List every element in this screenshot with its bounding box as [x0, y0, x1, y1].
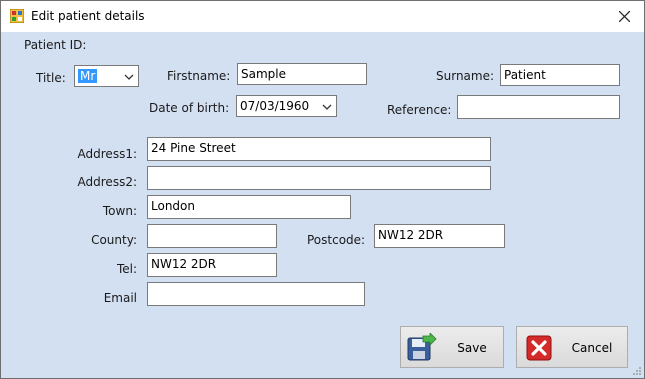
- cancel-button[interactable]: Cancel: [516, 326, 628, 368]
- email-label: Email: [103, 291, 137, 305]
- reference-field[interactable]: [457, 95, 620, 119]
- tel-field[interactable]: NW12 2DR: [147, 253, 277, 277]
- close-icon: [618, 11, 630, 22]
- county-label: County:: [91, 233, 137, 247]
- form-area: Patient ID: Title: Mr Firstname: Sample …: [1, 32, 644, 378]
- floppy-disk-icon: [407, 333, 437, 361]
- red-x-icon: [526, 335, 552, 361]
- save-button[interactable]: Save: [400, 326, 504, 368]
- address2-label: Address2:: [77, 175, 137, 189]
- resize-grip-icon[interactable]: [632, 366, 642, 376]
- dob-label: Date of birth:: [149, 101, 230, 115]
- edit-patient-dialog: Edit patient details Patient ID: Title: …: [0, 0, 645, 379]
- address1-field[interactable]: 24 Pine Street: [147, 137, 491, 161]
- title-bar: Edit patient details: [1, 1, 644, 32]
- address2-field[interactable]: [147, 166, 491, 190]
- title-label: Title:: [36, 71, 66, 85]
- reference-label: Reference:: [387, 103, 452, 117]
- postcode-label: Postcode:: [307, 233, 366, 247]
- address1-label: Address1:: [77, 147, 137, 161]
- county-field[interactable]: [147, 224, 277, 248]
- title-select[interactable]: Mr: [74, 65, 139, 87]
- firstname-field[interactable]: Sample: [237, 63, 367, 85]
- dob-value: 07/03/1960: [240, 99, 310, 113]
- form-icon: [10, 9, 24, 23]
- chevron-down-icon: [322, 104, 332, 110]
- dob-picker[interactable]: 07/03/1960: [236, 95, 337, 117]
- title-select-value: Mr: [78, 69, 98, 83]
- firstname-label: Firstname:: [167, 69, 231, 83]
- save-button-label: Save: [457, 341, 487, 355]
- window-title: Edit patient details: [31, 9, 145, 23]
- surname-label: Surname:: [436, 69, 495, 83]
- chevron-down-icon: [124, 74, 134, 80]
- surname-field[interactable]: Patient: [500, 64, 620, 86]
- email-field[interactable]: [147, 282, 365, 306]
- town-field[interactable]: London: [147, 195, 351, 219]
- patient-id-label: Patient ID:: [24, 38, 87, 52]
- town-label: Town:: [102, 204, 137, 218]
- postcode-field[interactable]: NW12 2DR: [374, 224, 505, 248]
- tel-label: Tel:: [116, 262, 137, 276]
- cancel-button-label: Cancel: [571, 341, 613, 355]
- close-button[interactable]: [604, 1, 644, 32]
